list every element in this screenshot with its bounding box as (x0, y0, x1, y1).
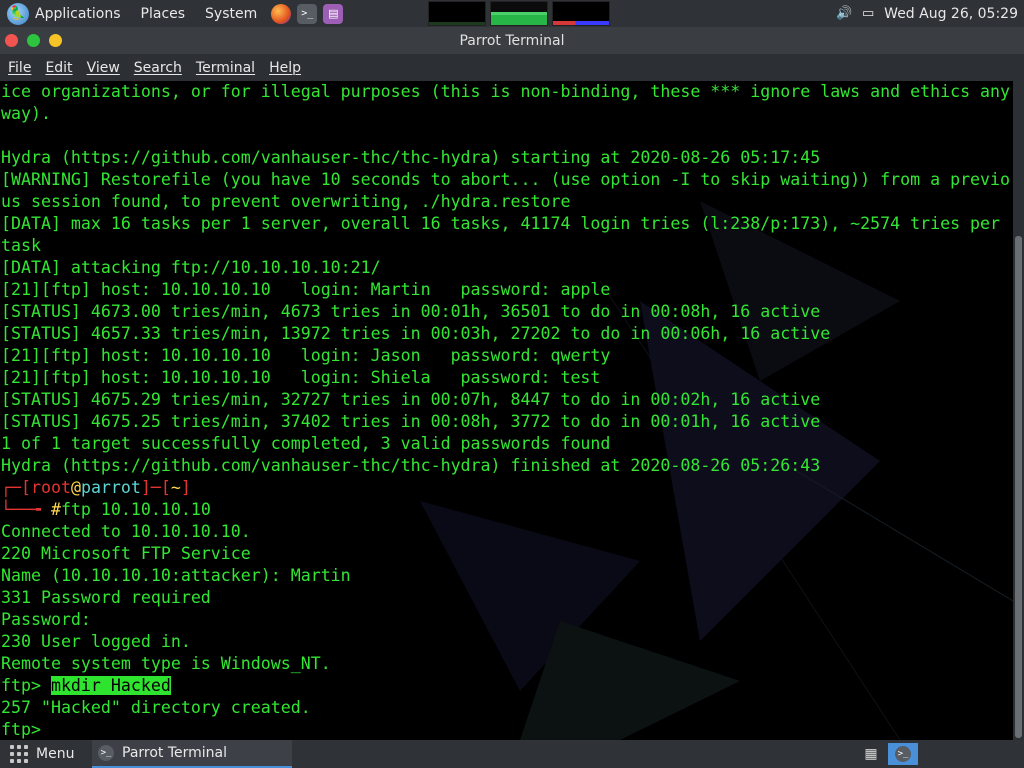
system-tray: 🔊 ▭ Wed Aug 26, 05:29 (836, 0, 1024, 27)
desktop: 🦜 Applications Places System >_ ▤ 🔊 ▭ We… (0, 0, 1024, 768)
firefox-icon[interactable] (271, 3, 292, 24)
menu-terminal[interactable]: Terminal (196, 60, 255, 76)
terminal-line: [21][ftp] host: 10.10.10.10 login: Jason… (1, 346, 611, 365)
prompt-user: root (30, 478, 71, 497)
system-menu[interactable]: System (205, 6, 257, 22)
ftp-prompt: ftp> (1, 676, 51, 695)
ftp-input-line[interactable]: ftp> (1, 719, 1010, 740)
terminal-workspace-icon: >_ (895, 746, 911, 762)
prompt-symbol: # (50, 500, 61, 519)
shell-prompt-line: ┌─[root@parrot]─[~] (1, 477, 1010, 499)
highlighted-command: mkdir Hacked (50, 676, 171, 695)
terminal-lines: ice organizations, or for illegal purpos… (1, 81, 1010, 740)
prompt-host: parrot (80, 478, 141, 497)
top-panel: 🦜 Applications Places System >_ ▤ 🔊 ▭ We… (0, 0, 1024, 27)
terminal-line: 220 Microsoft FTP Service (1, 544, 251, 563)
window-titlebar[interactable]: Parrot Terminal (0, 27, 1024, 54)
display-icon[interactable]: ▭ (860, 6, 876, 21)
minimize-window-button[interactable] (49, 34, 62, 47)
terminal-line: ice organizations, or for illegal purpos… (1, 82, 1011, 101)
clock[interactable]: Wed Aug 26, 05:29 (884, 6, 1018, 22)
active-workspace-button[interactable]: >_ (888, 743, 918, 765)
prompt-corner: └──╼ (1, 500, 51, 519)
window-title: Parrot Terminal (459, 32, 565, 49)
menu-help[interactable]: Help (269, 60, 301, 76)
ftp-command-line: ftp> mkdir Hacked (1, 675, 1010, 697)
prompt-frame: ┌─[ (1, 478, 31, 497)
menu-view[interactable]: View (87, 60, 120, 76)
cpu-monitor[interactable] (428, 1, 486, 26)
memory-monitor[interactable] (490, 1, 548, 26)
prompt-dir: ~ (170, 478, 181, 497)
terminal-line: [STATUS] 4673.00 tries/min, 4673 tries i… (1, 302, 821, 321)
terminal-line: [DATA] attacking ftp://10.10.10.10:21/ (1, 258, 381, 277)
prompt-at: @ (70, 478, 81, 497)
main-menu-button[interactable]: Menu (36, 746, 74, 762)
terminal-line: Hydra (https://github.com/vanhauser-thc/… (1, 456, 821, 475)
places-menu[interactable]: Places (141, 6, 186, 22)
terminal-line: us session found, to prevent overwriting… (1, 192, 571, 211)
menu-file[interactable]: File (8, 60, 31, 76)
terminal-line: [WARNING] Restorefile (you have 10 secon… (1, 170, 1011, 189)
terminal-line: [DATA] max 16 tasks per 1 server, overal… (1, 214, 1001, 233)
terminal-line: [STATUS] 4657.33 tries/min, 13972 tries … (1, 324, 831, 343)
terminal-line: way). (1, 104, 51, 123)
prompt-frame: ] (180, 478, 191, 497)
terminal-line: [21][ftp] host: 10.10.10.10 login: Marti… (1, 280, 611, 299)
volume-icon[interactable]: 🔊 (836, 6, 852, 21)
menu-grid-icon[interactable] (10, 745, 28, 763)
terminal-line: 331 Password required (1, 588, 211, 607)
menu-search[interactable]: Search (134, 60, 182, 76)
terminal-launcher-icon[interactable]: >_ (297, 3, 318, 24)
network-monitor[interactable] (552, 1, 610, 26)
maximize-window-button[interactable] (27, 34, 40, 47)
terminal-line: Hydra (https://github.com/vanhauser-thc/… (1, 148, 821, 167)
terminal-line: [STATUS] 4675.25 tries/min, 37402 tries … (1, 412, 821, 431)
terminal-task-icon: >_ (98, 745, 114, 761)
shell-command-line: └──╼ #ftp 10.10.10.10 (1, 499, 1010, 521)
taskbar-parrot-terminal[interactable]: >_ Parrot Terminal (92, 740, 292, 768)
workspace-switcher-icon[interactable]: ▦ (859, 744, 883, 764)
terminal-line: Remote system type is Windows_NT. (1, 654, 331, 673)
terminal-line: Name (10.10.10.10:attacker): Martin (1, 566, 351, 585)
notes-icon[interactable]: ▤ (323, 3, 344, 24)
ftp-prompt: ftp> (1, 720, 51, 739)
menu-edit[interactable]: Edit (45, 60, 72, 76)
scrollbar-thumb[interactable] (1015, 236, 1022, 738)
terminal-line: Password: (1, 610, 91, 629)
terminal-line: [STATUS] 4675.29 tries/min, 32727 tries … (1, 390, 821, 409)
terminal-line: 1 of 1 target successfully completed, 3 … (1, 434, 611, 453)
terminal-line: [21][ftp] host: 10.10.10.10 login: Shiel… (1, 368, 601, 387)
terminal-line: Connected to 10.10.10.10. (1, 522, 251, 541)
bottom-panel: Menu >_ Parrot Terminal ▦ >_ (0, 740, 1024, 768)
terminal-line: 257 "Hacked" directory created. (1, 698, 311, 717)
terminal-scrollbar[interactable] (1013, 81, 1024, 740)
close-window-button[interactable] (5, 34, 18, 47)
task-label: Parrot Terminal (122, 745, 228, 761)
terminal-line: task (1, 236, 41, 255)
terminal-output[interactable]: ice organizations, or for illegal purpos… (0, 81, 1013, 740)
shell-command: ftp 10.10.10.10 (60, 500, 211, 519)
terminal-line: 230 User logged in. (1, 632, 191, 651)
terminal-menubar: File Edit View Search Terminal Help (0, 54, 1024, 81)
prompt-frame: ]─[ (140, 478, 171, 497)
parrot-logo-icon[interactable]: 🦜 (7, 2, 29, 25)
system-monitor-applets[interactable] (428, 1, 610, 26)
applications-menu[interactable]: Applications (35, 6, 121, 22)
